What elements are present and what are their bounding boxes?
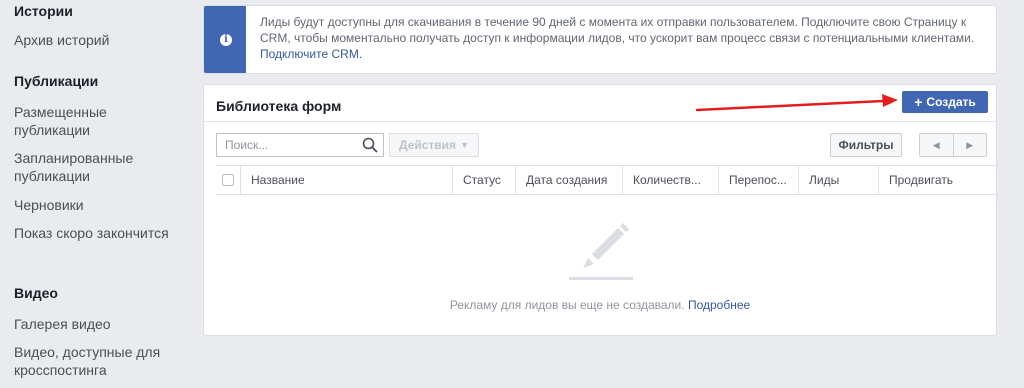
crm-info-banner: i Лиды будут доступны для скачивания в т… [203,5,997,74]
pagination: ◀ ▶ [919,133,987,157]
sidebar: Истории Архив историй Публикации Размеще… [0,0,185,388]
sidebar-item-video-gallery[interactable]: Галерея видео [14,315,174,333]
banner-accent: i [204,6,246,73]
divider [204,121,996,122]
banner-message: Лиды будут доступны для скачивания в теч… [260,15,975,45]
annotation-arrow [695,94,898,112]
forms-library-panel: Библиотека форм + Создать Действия ▼ Фил… [203,84,998,336]
sidebar-item-scheduled-posts[interactable]: Запланированные публикации [14,149,174,185]
sidebar-heading-video: Видео [14,285,58,301]
column-count[interactable]: Количеств... [622,166,718,194]
next-page-icon[interactable]: ▶ [952,134,987,156]
prev-page-icon[interactable]: ◀ [920,134,953,156]
plus-icon: + [914,94,923,110]
caret-down-icon: ▼ [460,140,469,150]
info-icon: i [220,34,232,46]
column-promote[interactable]: Продвигать [878,166,998,194]
sidebar-heading-stories: Истории [14,3,73,19]
create-button[interactable]: + Создать [902,91,988,113]
table-header: Название Статус Дата создания Количеств.… [216,165,998,195]
search-input[interactable] [217,134,357,156]
column-reposts[interactable]: Перепос... [718,166,798,194]
actions-dropdown[interactable]: Действия ▼ [389,133,479,157]
column-name[interactable]: Название [240,166,452,194]
actions-label: Действия [399,138,457,152]
empty-state: Рекламу для лидов вы еще не создавали. П… [204,298,996,312]
search-icon[interactable] [362,137,378,153]
pencil-icon [569,223,633,280]
learn-more-link[interactable]: Подробнее [688,298,750,312]
sidebar-item-crossposting-videos[interactable]: Видео, доступные для кросспостинга [14,343,174,379]
create-button-label: Создать [926,95,976,109]
column-status[interactable]: Статус [452,166,515,194]
sidebar-item-drafts[interactable]: Черновики [14,196,174,214]
column-leads[interactable]: Лиды [798,166,878,194]
panel-title: Библиотека форм [216,98,342,114]
sidebar-item-published-posts[interactable]: Размещенные публикации [14,103,174,139]
search-box [216,133,384,157]
column-created-date[interactable]: Дата создания [515,166,622,194]
sidebar-heading-publications: Публикации [14,73,99,89]
sidebar-item-stories-archive[interactable]: Архив историй [14,31,174,49]
filters-button[interactable]: Фильтры [830,133,902,157]
banner-text: Лиды будут доступны для скачивания в теч… [260,14,988,62]
sidebar-item-expiring-posts[interactable]: Показ скоро закончится [14,224,174,242]
select-all-checkbox[interactable] [222,174,234,186]
select-all-cell [216,166,240,194]
empty-state-text: Рекламу для лидов вы еще не создавали. [449,298,685,312]
connect-crm-link[interactable]: Подключите CRM. [260,47,362,61]
